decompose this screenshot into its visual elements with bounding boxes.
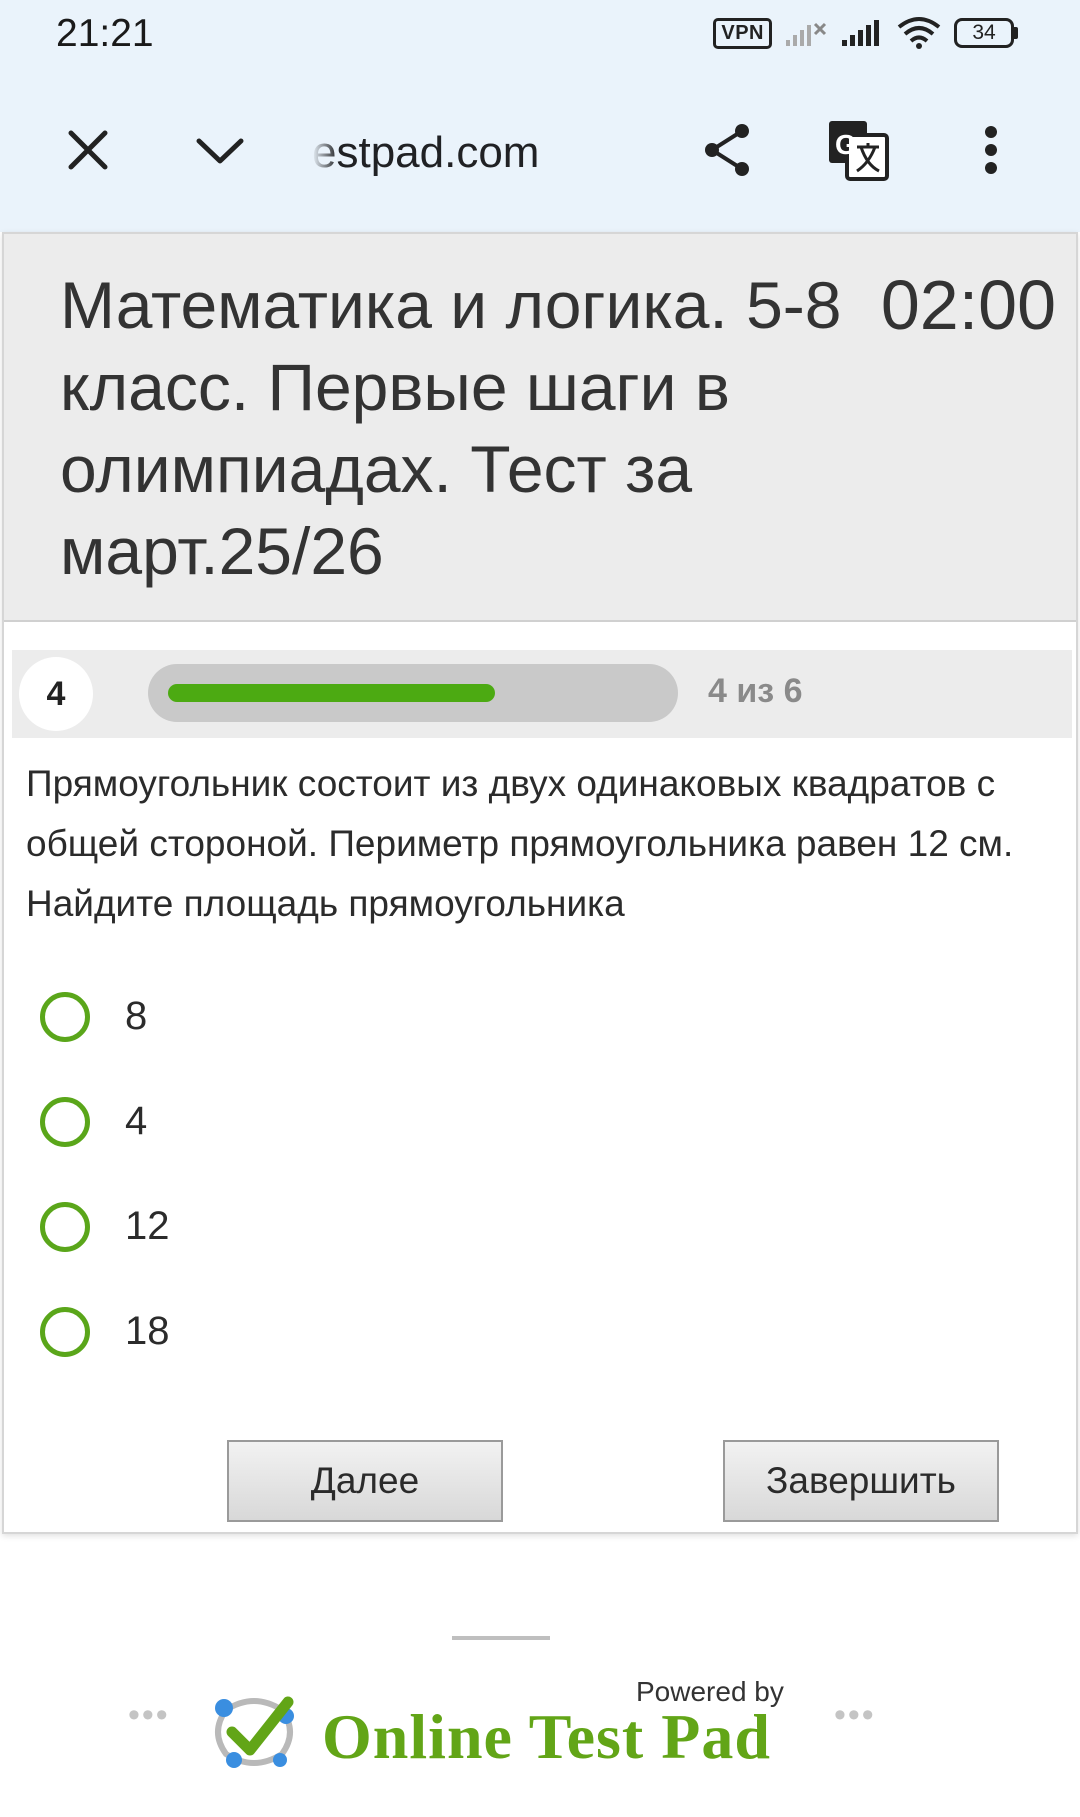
online-test-pad-logo bbox=[215, 1696, 294, 1768]
battery-level: 34 bbox=[954, 18, 1014, 48]
chevron-down-icon bbox=[196, 138, 244, 164]
close-icon bbox=[68, 130, 108, 170]
share-button[interactable] bbox=[698, 120, 758, 180]
progress-bar bbox=[148, 664, 678, 722]
answer-option[interactable]: 18 bbox=[40, 1279, 640, 1384]
answer-label: 4 bbox=[125, 1099, 148, 1143]
vpn-icon: VPN bbox=[713, 17, 772, 49]
footer-divider bbox=[452, 1636, 550, 1640]
footer-dots-left: ••• bbox=[128, 1696, 170, 1734]
answer-label: 12 bbox=[125, 1204, 170, 1248]
signal-no-service-icon bbox=[786, 22, 827, 46]
finish-button[interactable]: Завершить bbox=[723, 1440, 999, 1522]
answer-option[interactable]: 8 bbox=[40, 964, 640, 1069]
answer-option[interactable]: 12 bbox=[40, 1174, 640, 1279]
more-vert-icon bbox=[985, 126, 997, 174]
answer-list: 8 4 12 18 bbox=[40, 964, 640, 1384]
radio-button[interactable] bbox=[40, 1306, 90, 1357]
close-button[interactable] bbox=[58, 120, 118, 180]
browser-toolbar: estpad.com G bbox=[0, 70, 1080, 232]
test-title: Математика и логика. 5-8 класс. Первые ш… bbox=[60, 268, 842, 588]
online-test-pad-link[interactable]: Online Test Pad bbox=[322, 1700, 771, 1774]
progress-row: 4 4 из 6 bbox=[12, 650, 1072, 738]
radio-button[interactable] bbox=[40, 1201, 90, 1252]
status-bar: 21:21 VPN 34 bbox=[0, 0, 1080, 70]
answer-label: 8 bbox=[125, 994, 148, 1038]
url-text[interactable]: estpad.com bbox=[312, 128, 572, 178]
more-menu-button[interactable] bbox=[966, 120, 1016, 180]
collapse-button[interactable] bbox=[190, 120, 250, 180]
battery-icon: 34 bbox=[954, 18, 1018, 48]
test-card: Математика и логика. 5-8 класс. Первые ш… bbox=[2, 232, 1078, 1534]
signal-icon bbox=[842, 20, 879, 46]
progress-fill bbox=[168, 684, 495, 702]
radio-button[interactable] bbox=[40, 991, 90, 1042]
status-time: 21:21 bbox=[56, 12, 154, 55]
svg-text:G: G bbox=[835, 129, 857, 160]
translate-icon: G bbox=[829, 121, 889, 181]
status-icons: VPN 34 bbox=[713, 16, 1018, 50]
test-header: Математика и логика. 5-8 класс. Первые ш… bbox=[4, 234, 1076, 622]
answer-option[interactable]: 4 bbox=[40, 1069, 640, 1174]
wifi-icon bbox=[897, 17, 941, 49]
translate-button[interactable]: G bbox=[826, 118, 890, 182]
share-icon bbox=[705, 124, 749, 176]
url-fade bbox=[312, 128, 338, 178]
timer: 02:00 bbox=[880, 266, 1056, 344]
progress-label: 4 из 6 bbox=[708, 672, 803, 710]
answer-label: 18 bbox=[125, 1309, 170, 1353]
radio-button[interactable] bbox=[40, 1096, 90, 1147]
footer-dots-right: ••• bbox=[834, 1696, 876, 1734]
question-text: Прямоугольник состоит из двух одинаковых… bbox=[26, 763, 1014, 924]
question-number-badge: 4 bbox=[19, 657, 93, 731]
next-button[interactable]: Далее bbox=[227, 1440, 503, 1522]
